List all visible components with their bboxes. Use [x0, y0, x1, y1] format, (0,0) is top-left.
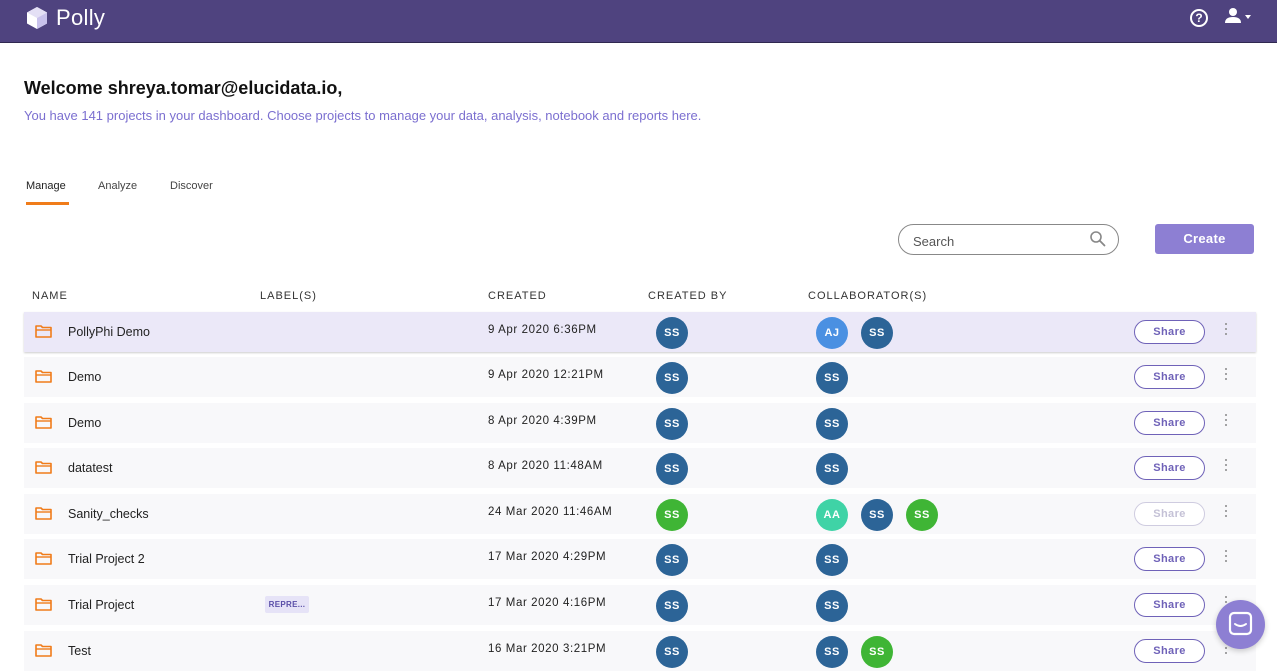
collaborator-avatar[interactable]: SS: [816, 453, 848, 485]
column-header-created-by[interactable]: CREATED BY: [648, 290, 727, 302]
more-options-icon[interactable]: [1223, 459, 1229, 475]
collaborator-avatar[interactable]: SS: [861, 499, 893, 531]
creator-avatar[interactable]: SS: [656, 636, 688, 668]
welcome-heading: Welcome shreya.tomar@elucidata.io,: [24, 78, 343, 98]
active-tab-indicator: [26, 202, 69, 205]
collaborator-avatar[interactable]: AA: [816, 499, 848, 531]
share-button[interactable]: Share: [1134, 365, 1205, 389]
search-box[interactable]: [898, 224, 1119, 255]
created-date: 9 Apr 2020 6:36PM: [488, 324, 597, 336]
table-row[interactable]: PollyPhi Demo 9 Apr 2020 6:36PM SS AJ SS Shar…: [24, 312, 1256, 352]
project-name[interactable]: datatest: [68, 461, 112, 475]
created-date: 9 Apr 2020 12:21PM: [488, 369, 604, 381]
column-header-labels[interactable]: LABEL(S): [260, 290, 317, 302]
created-date: 8 Apr 2020 4:39PM: [488, 415, 597, 427]
project-name[interactable]: Demo: [68, 370, 101, 384]
creator-avatar[interactable]: SS: [656, 453, 688, 485]
column-header-collaborators[interactable]: COLLABORATOR(S): [808, 290, 927, 302]
creator-avatar[interactable]: SS: [656, 408, 688, 440]
creator-avatar[interactable]: SS: [656, 317, 688, 349]
share-button[interactable]: Share: [1134, 320, 1205, 344]
table-row[interactable]: Trial Project 2 17 Mar 2020 4:29PM SS SS Sha…: [24, 539, 1256, 579]
share-button[interactable]: Share: [1134, 639, 1205, 663]
search-icon[interactable]: [1089, 230, 1107, 248]
project-name[interactable]: PollyPhi Demo: [68, 325, 150, 339]
share-button[interactable]: Share: [1134, 502, 1205, 526]
collaborator-avatar[interactable]: AJ: [816, 317, 848, 349]
table-row[interactable]: Demo 8 Apr 2020 4:39PM SS SS Share: [24, 403, 1256, 443]
more-options-icon[interactable]: [1223, 414, 1229, 430]
project-name[interactable]: Demo: [68, 416, 101, 430]
created-date: 8 Apr 2020 11:48AM: [488, 460, 603, 472]
project-label-chip[interactable]: REPRE...: [265, 596, 309, 613]
tab-analyze[interactable]: Analyze: [98, 180, 137, 192]
created-date: 24 Mar 2020 11:46AM: [488, 506, 613, 518]
table-row[interactable]: Test 16 Mar 2020 3:21PM SS SS SS Share: [24, 631, 1256, 671]
creator-avatar[interactable]: SS: [656, 544, 688, 576]
share-button[interactable]: Share: [1134, 456, 1205, 480]
create-project-button[interactable]: Create: [1155, 224, 1254, 254]
project-name[interactable]: Trial Project: [68, 598, 134, 612]
share-button[interactable]: Share: [1134, 593, 1205, 617]
project-name[interactable]: Test: [68, 644, 91, 658]
folder-icon: [35, 325, 52, 338]
chat-support-button[interactable]: [1216, 600, 1265, 649]
created-date: 16 Mar 2020 3:21PM: [488, 643, 607, 655]
collaborator-avatar[interactable]: SS: [816, 544, 848, 576]
table-row[interactable]: Demo 9 Apr 2020 12:21PM SS SS Share: [24, 357, 1256, 397]
column-header-name[interactable]: NAME: [32, 290, 68, 302]
share-button[interactable]: Share: [1134, 411, 1205, 435]
folder-icon: [35, 461, 52, 474]
collaborator-avatar[interactable]: SS: [816, 408, 848, 440]
top-navigation-bar: Polly ?: [0, 0, 1277, 43]
table-row[interactable]: datatest 8 Apr 2020 11:48AM SS SS Share: [24, 448, 1256, 488]
more-options-icon[interactable]: [1223, 550, 1229, 566]
folder-icon: [35, 507, 52, 520]
help-icon[interactable]: ?: [1190, 9, 1208, 27]
more-options-icon[interactable]: [1223, 505, 1229, 521]
collaborator-avatar[interactable]: SS: [861, 636, 893, 668]
collaborator-avatar[interactable]: SS: [861, 317, 893, 349]
folder-icon: [35, 416, 52, 429]
table-row[interactable]: Trial Project REPRE... 17 Mar 2020 4:16PM S…: [24, 585, 1256, 625]
polly-logo-icon[interactable]: [26, 6, 48, 30]
search-input[interactable]: [911, 231, 1085, 251]
collaborator-avatar[interactable]: SS: [816, 636, 848, 668]
collaborator-avatar[interactable]: SS: [816, 362, 848, 394]
chat-icon: [1228, 611, 1253, 636]
project-name[interactable]: Trial Project 2: [68, 552, 145, 566]
folder-icon: [35, 598, 52, 611]
more-options-icon[interactable]: [1223, 368, 1229, 384]
collaborator-avatar[interactable]: SS: [906, 499, 938, 531]
folder-icon: [35, 370, 52, 383]
created-date: 17 Mar 2020 4:29PM: [488, 551, 607, 563]
table-row[interactable]: Sanity_checks 24 Mar 2020 11:46AM SS AA SS SS…: [24, 494, 1256, 534]
creator-avatar[interactable]: SS: [656, 499, 688, 531]
creator-avatar[interactable]: SS: [656, 362, 688, 394]
tab-discover[interactable]: Discover: [170, 180, 213, 192]
project-name[interactable]: Sanity_checks: [68, 507, 149, 521]
column-header-created[interactable]: CREATED: [488, 290, 547, 302]
collaborator-avatar[interactable]: SS: [816, 590, 848, 622]
user-menu-icon[interactable]: [1223, 7, 1253, 27]
tab-manage[interactable]: Manage: [26, 180, 66, 192]
share-button[interactable]: Share: [1134, 547, 1205, 571]
brand-name[interactable]: Polly: [56, 5, 105, 31]
creator-avatar[interactable]: SS: [656, 590, 688, 622]
folder-icon: [35, 552, 52, 565]
more-options-icon[interactable]: [1223, 323, 1229, 339]
created-date: 17 Mar 2020 4:16PM: [488, 597, 607, 609]
welcome-subtitle: You have 141 projects in your dashboard.…: [24, 108, 702, 123]
folder-icon: [35, 644, 52, 657]
